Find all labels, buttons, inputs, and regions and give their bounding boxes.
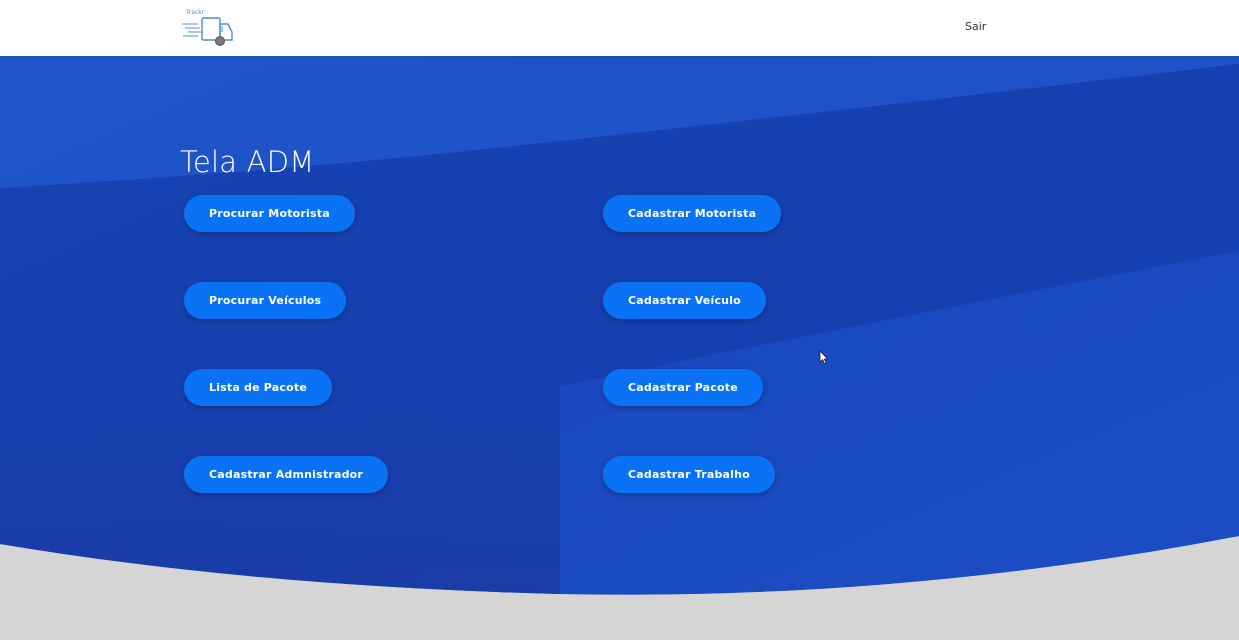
page-title: Tela ADM: [180, 145, 315, 179]
procurar-motorista-button[interactable]: Procurar Motorista: [184, 195, 355, 232]
cadastrar-veiculo-button[interactable]: Cadastrar Veículo: [603, 282, 766, 319]
cadastrar-admnistrador-button[interactable]: Cadastrar Admnistrador: [184, 456, 389, 493]
lista-de-pacote-button[interactable]: Lista de Pacote: [184, 369, 332, 406]
hero-background: [0, 56, 1239, 640]
page: Trackr Sair Tela ADM Procurar Motorista …: [0, 0, 1239, 640]
cadastrar-pacote-button[interactable]: Cadastrar Pacote: [603, 369, 763, 406]
truck-logo-icon[interactable]: Trackr: [180, 9, 236, 48]
cadastrar-motorista-button[interactable]: Cadastrar Motorista: [603, 195, 782, 232]
top-navbar: Trackr Sair: [0, 0, 1239, 56]
mouse-cursor-icon: [819, 350, 829, 365]
procurar-veiculos-button[interactable]: Procurar Veículos: [184, 282, 347, 319]
logout-link[interactable]: Sair: [965, 20, 986, 33]
cadastrar-trabalho-button[interactable]: Cadastrar Trabalho: [603, 456, 775, 493]
logo-text: Trackr: [186, 9, 205, 16]
